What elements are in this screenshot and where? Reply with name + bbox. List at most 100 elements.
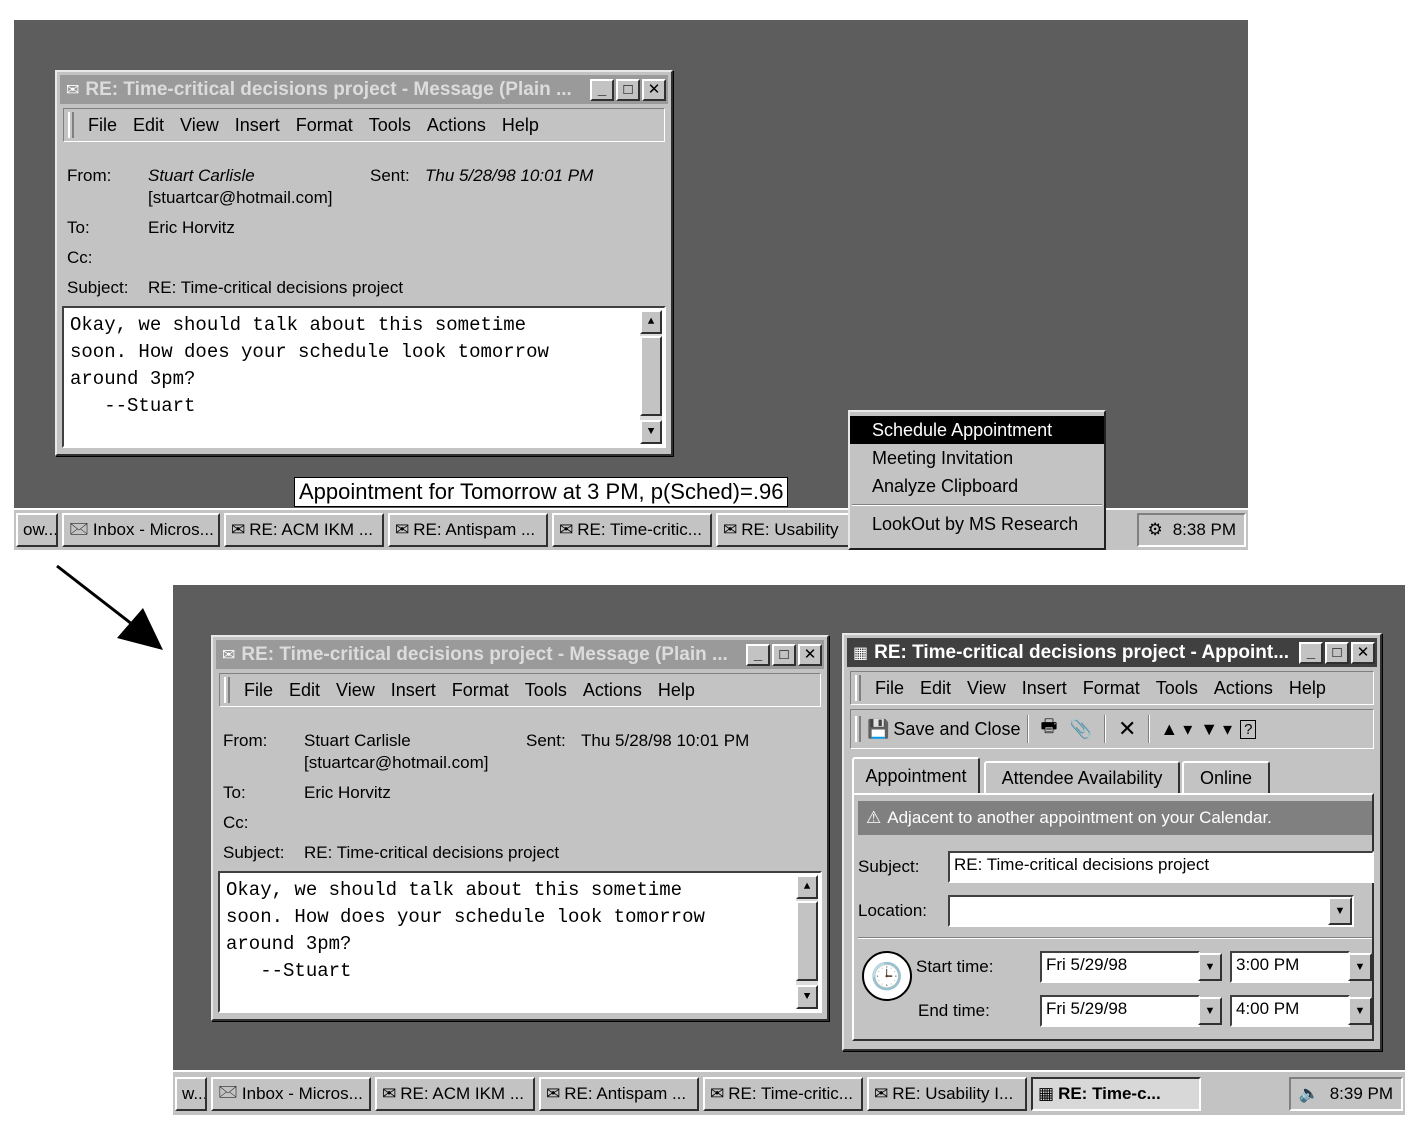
menu-file[interactable]: File [875, 678, 904, 699]
save-and-close-button[interactable]: Save and Close [893, 719, 1020, 740]
menu-file[interactable]: File [244, 680, 273, 701]
tab-attendee-availability[interactable]: Attendee Availability [984, 761, 1180, 793]
taskbar-button[interactable]: ✉ RE: Antispam ... [388, 513, 548, 547]
toolbar-grip[interactable] [855, 675, 861, 701]
taskbar-button[interactable]: ✉ RE: Usability I... [867, 1076, 1027, 1111]
message-body[interactable]: Okay, we should talk about this sometime… [218, 871, 822, 1013]
body-line: soon. How does your schedule look tomorr… [226, 906, 705, 928]
clock[interactable]: 8:39 PM [1330, 1084, 1393, 1104]
menu-tools[interactable]: Tools [1156, 678, 1198, 699]
end-time-dropdown[interactable]: ▼ [1348, 997, 1372, 1025]
cc-label: Cc: [67, 248, 93, 267]
menu-actions[interactable]: Actions [583, 680, 642, 701]
end-date-dropdown[interactable]: ▼ [1198, 997, 1222, 1025]
help-icon[interactable]: ? [1240, 719, 1257, 739]
minimize-button[interactable]: _ [1299, 641, 1323, 664]
maximize-button[interactable]: □ [772, 643, 796, 666]
location-field[interactable] [948, 895, 1354, 927]
envelope-icon: ✉ [222, 646, 236, 664]
menu-help[interactable]: Help [1289, 678, 1326, 699]
menu-insert[interactable]: Insert [391, 680, 436, 701]
vertical-scrollbar[interactable]: ▲ ▼ [640, 310, 662, 444]
taskbar-button[interactable]: ✉ RE: Usability [716, 513, 856, 547]
start-time-dropdown[interactable]: ▼ [1348, 953, 1372, 981]
menu-view[interactable]: View [967, 678, 1006, 699]
taskbar-button[interactable]: ✉ RE: Antispam ... [539, 1076, 699, 1111]
appointment-window: ▦ RE: Time-critical decisions project - … [842, 633, 1382, 1051]
taskbar-button-inbox[interactable]: 🖂 Inbox - Micros... [211, 1076, 371, 1111]
menu-actions[interactable]: Actions [427, 115, 486, 136]
scroll-down-button[interactable]: ▼ [640, 420, 662, 444]
next-item-icon[interactable]: ▼ ▾ [1200, 719, 1232, 740]
taskbar-button[interactable]: ow... [16, 513, 58, 547]
scroll-up-button[interactable]: ▲ [640, 310, 662, 334]
end-date-field[interactable]: Fri 5/29/98 [1040, 995, 1200, 1027]
menu-file[interactable]: File [88, 115, 117, 136]
scroll-thumb[interactable] [796, 901, 818, 981]
scroll-up-button[interactable]: ▲ [796, 875, 818, 899]
taskbar-button[interactable]: ✉ RE: Time-critic... [552, 513, 712, 547]
menu-edit[interactable]: Edit [133, 115, 164, 136]
envelope-icon: ✉ [66, 81, 80, 99]
toolbar-grip[interactable] [855, 716, 861, 742]
start-time-field[interactable]: 3:00 PM [1230, 951, 1350, 983]
vertical-scrollbar[interactable]: ▲ ▼ [796, 875, 818, 1009]
subject-value: RE: Time-critical decisions project [304, 843, 560, 862]
close-button[interactable]: ✕ [1351, 641, 1375, 664]
menu-format[interactable]: Format [452, 680, 509, 701]
menu-item-schedule-appointment[interactable]: Schedule Appointment [850, 416, 1104, 444]
tab-online[interactable]: Online [1182, 761, 1270, 793]
bottom-message-titlebar[interactable]: ✉ RE: Time-critical decisions project - … [216, 640, 824, 669]
menu-help[interactable]: Help [502, 115, 539, 136]
menu-item-analyze-clipboard[interactable]: Analyze Clipboard [850, 472, 1104, 500]
message-body[interactable]: Okay, we should talk about this sometime… [62, 306, 666, 448]
end-time-field[interactable]: 4:00 PM [1230, 995, 1350, 1027]
subject-field[interactable]: RE: Time-critical decisions project [948, 851, 1374, 883]
taskbar-button-inbox[interactable]: 🖂 Inbox - Micros... [62, 513, 220, 547]
previous-item-icon[interactable]: ▲ ▾ [1160, 719, 1192, 740]
menu-format[interactable]: Format [296, 115, 353, 136]
start-date-dropdown[interactable]: ▼ [1198, 953, 1222, 981]
taskbar-button[interactable]: ✉ RE: ACM IKM ... [224, 513, 384, 547]
appointment-titlebar[interactable]: ▦ RE: Time-critical decisions project - … [847, 638, 1377, 667]
speaker-icon[interactable]: 🔈 [1299, 1084, 1320, 1104]
delete-icon[interactable]: ✕ [1118, 716, 1136, 742]
menu-edit[interactable]: Edit [289, 680, 320, 701]
location-dropdown-button[interactable]: ▼ [1328, 897, 1352, 925]
menu-insert[interactable]: Insert [235, 115, 280, 136]
attach-icon[interactable]: 📎 [1070, 719, 1092, 740]
print-icon[interactable]: 🖶 [1041, 714, 1058, 744]
minimize-button[interactable]: _ [590, 78, 614, 101]
menu-help[interactable]: Help [658, 680, 695, 701]
menu-item-meeting-invitation[interactable]: Meeting Invitation [850, 444, 1104, 472]
start-date-field[interactable]: Fri 5/29/98 [1040, 951, 1200, 983]
menu-view[interactable]: View [336, 680, 375, 701]
menu-tools[interactable]: Tools [525, 680, 567, 701]
scroll-thumb[interactable] [640, 336, 662, 416]
close-button[interactable]: ✕ [642, 78, 666, 101]
menu-tools[interactable]: Tools [369, 115, 411, 136]
taskbar-button[interactable]: ✉ RE: Time-critic... [703, 1076, 863, 1111]
top-message-titlebar[interactable]: ✉ RE: Time-critical decisions project - … [60, 75, 668, 104]
taskbar-button[interactable]: ✉ RE: ACM IKM ... [375, 1076, 535, 1111]
scroll-down-button[interactable]: ▼ [796, 985, 818, 1009]
standard-toolbar: 💾 Save and Close 🖶 📎 ✕ ▲ ▾ ▼ ▾ ? [850, 709, 1374, 749]
maximize-button[interactable]: □ [616, 78, 640, 101]
menu-edit[interactable]: Edit [920, 678, 951, 699]
menu-actions[interactable]: Actions [1214, 678, 1273, 699]
taskbar-button[interactable]: w... [175, 1076, 207, 1111]
menu-insert[interactable]: Insert [1022, 678, 1067, 699]
tray-icon[interactable]: ⚙ [1147, 520, 1162, 540]
clock[interactable]: 8:38 PM [1173, 520, 1236, 540]
taskbar-button-active[interactable]: ▦ RE: Time-c... [1031, 1076, 1201, 1111]
menu-view[interactable]: View [180, 115, 219, 136]
toolbar-grip[interactable] [68, 112, 74, 138]
toolbar-grip[interactable] [224, 677, 230, 703]
menu-item-lookout[interactable]: LookOut by MS Research [850, 510, 1104, 538]
maximize-button[interactable]: □ [1325, 641, 1349, 664]
minimize-button[interactable]: _ [746, 643, 770, 666]
tab-appointment[interactable]: Appointment [852, 757, 980, 793]
close-button[interactable]: ✕ [798, 643, 822, 666]
end-time-label: End time: [918, 1001, 990, 1020]
menu-format[interactable]: Format [1083, 678, 1140, 699]
